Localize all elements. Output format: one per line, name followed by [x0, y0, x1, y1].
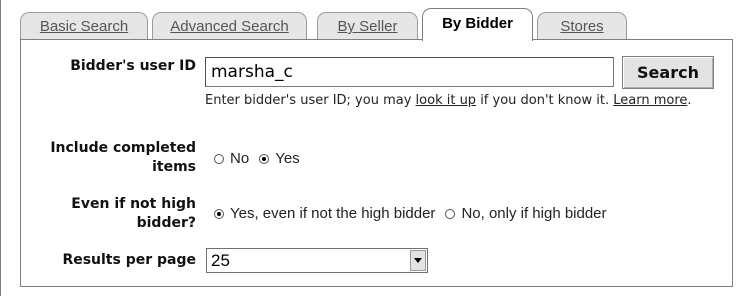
- learn-more-link[interactable]: Learn more: [613, 93, 687, 108]
- include-completed-label: Include completed items: [20, 139, 196, 177]
- not-high-yes-label[interactable]: Yes, even if not the high bidder: [230, 205, 435, 222]
- not-high-no-radio[interactable]: [445, 208, 456, 219]
- not-high-no-label[interactable]: No, only if high bidder: [461, 205, 606, 222]
- tab-by-bidder[interactable]: By Bidder: [422, 8, 533, 41]
- not-high-bidder-label-line2: bidder?: [136, 215, 196, 231]
- include-completed-label-line2: items: [152, 159, 196, 175]
- help-text-prefix: Enter bidder's user ID; you may: [205, 93, 416, 108]
- look-it-up-link[interactable]: look it up: [416, 93, 477, 108]
- chevron-down-icon[interactable]: [410, 250, 426, 271]
- bidder-id-label: Bidder's user ID: [70, 58, 196, 74]
- help-text-suffix: .: [687, 93, 692, 108]
- not-high-bidder-options: Yes, even if not the high bidder No, onl…: [214, 205, 617, 222]
- results-per-page-select[interactable]: 25: [206, 248, 428, 273]
- completed-yes-radio[interactable]: [259, 153, 270, 164]
- tab-stores[interactable]: Stores: [537, 12, 627, 39]
- page-left-border: [0, 0, 1, 296]
- not-high-bidder-label-line1: Even if not high: [71, 196, 196, 212]
- tab-by-seller[interactable]: By Seller: [317, 12, 418, 39]
- completed-yes-label[interactable]: Yes: [275, 150, 299, 167]
- results-per-page-label: Results per page: [62, 252, 196, 268]
- include-completed-options: No Yes: [214, 150, 310, 167]
- help-text-middle: if you don't know it.: [476, 93, 614, 108]
- not-high-bidder-label: Even if not high bidder?: [20, 195, 196, 233]
- search-tabs: Basic Search Advanced Search By Seller B…: [20, 8, 749, 41]
- bidder-id-help: Enter bidder's user ID; you may look it …: [205, 92, 735, 110]
- include-completed-label-line1: Include completed: [50, 140, 196, 156]
- bidder-id-input[interactable]: [205, 57, 614, 87]
- completed-no-label[interactable]: No: [230, 150, 249, 167]
- completed-no-radio[interactable]: [214, 153, 224, 164]
- tab-basic-search[interactable]: Basic Search: [20, 12, 148, 39]
- search-button[interactable]: Search: [622, 56, 714, 89]
- not-high-yes-radio[interactable]: [214, 208, 224, 219]
- results-per-page-value: 25: [211, 251, 230, 270]
- tab-advanced-search[interactable]: Advanced Search: [152, 12, 307, 39]
